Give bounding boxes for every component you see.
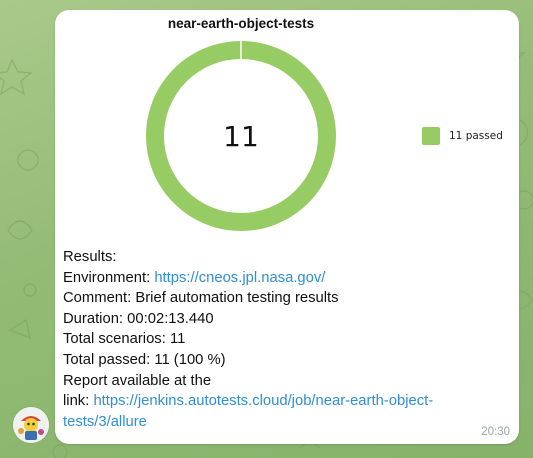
results-heading: Results: — [63, 249, 117, 265]
duration-label: Duration: — [63, 310, 124, 327]
comment-label: Comment: — [63, 290, 132, 307]
total-passed-line: Total passed: 11 (100 %) — [63, 350, 503, 371]
donut-center-value: 11 — [223, 120, 259, 153]
environment-line: Environment: https://cneos.jpl.nasa.gov/ — [63, 268, 503, 289]
report-line: Report available at the — [63, 372, 212, 389]
duration-value: 00:02:13.440 — [127, 310, 214, 327]
report-link-label: link: — [63, 393, 90, 410]
chart-legend: 11 passed — [422, 127, 503, 145]
environment-label: Environment: — [63, 269, 151, 286]
environment-link[interactable]: https://cneos.jpl.nasa.gov/ — [154, 270, 325, 286]
legend-label-passed: 11 passed — [449, 130, 503, 142]
legend-swatch-passed — [422, 127, 440, 145]
total-passed-value: 11 (100 %) — [154, 351, 226, 368]
comment-line: Comment: Brief automation testing result… — [63, 288, 503, 309]
total-scenarios-value: 11 — [169, 331, 186, 348]
duration-line: Duration: 00:02:13.440 — [63, 309, 503, 330]
report-link[interactable]: https://jenkins.autotests.cloud/job/near… — [63, 393, 433, 430]
comment-value: Brief automation testing results — [135, 290, 339, 307]
total-passed-label: Total passed: — [63, 351, 151, 368]
report-link-line: link: https://jenkins.autotests.cloud/jo… — [63, 391, 503, 432]
total-scenarios-line: Total scenarios: 11 — [63, 329, 503, 350]
sender-avatar-icon[interactable] — [13, 407, 49, 443]
donut-chart: 11 — [146, 41, 336, 231]
chart-title: near-earth-object-tests — [167, 16, 315, 31]
total-scenarios-label: Total scenarios: — [63, 331, 166, 348]
message-timestamp: 20:30 — [481, 426, 510, 438]
message-bubble: near-earth-object-tests 11 11 passed Res… — [55, 10, 519, 444]
message-text: Results: Environment: https://cneos.jpl.… — [63, 247, 503, 432]
